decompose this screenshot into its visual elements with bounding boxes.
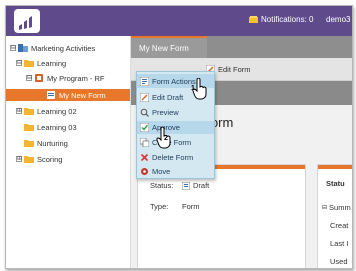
menu-item-move[interactable]: Move	[137, 165, 214, 178]
approve-icon	[139, 122, 150, 133]
tree-item-label: Marketing Activities	[31, 43, 96, 53]
tree-item-label: Learning	[37, 58, 67, 68]
status-panel-row: Last I	[330, 239, 349, 248]
expand-icon[interactable]: ⊞	[16, 108, 22, 114]
menu-item-approve[interactable]: Approve	[137, 121, 214, 134]
folder-icon	[24, 59, 34, 67]
tab-my-new-form[interactable]: My New Form	[131, 36, 207, 58]
edit-form-label: Edit Form	[218, 64, 251, 74]
top-bar: Notifications: 0 demo3	[6, 6, 352, 36]
tree-item-label: Nurturing	[37, 138, 68, 148]
menu-item-preview[interactable]: Preview	[137, 106, 214, 119]
step-number: 2	[164, 135, 168, 142]
preview-icon	[140, 108, 149, 117]
tree-item-marketing-activities[interactable]: ⊟ Marketing Activities	[10, 42, 95, 54]
expand-icon[interactable]: ⊞	[16, 156, 22, 162]
details-panel: Status: Draft Type: Form	[137, 164, 306, 268]
status-value: Draft	[193, 181, 210, 190]
tree-item-my-program[interactable]: ⊟ My Program - RF	[26, 72, 105, 84]
type-row: Type: Form	[150, 202, 200, 211]
tree-item-label: Learning 02	[37, 106, 77, 116]
step-number: 1	[191, 85, 195, 92]
tab-bar: My New Form	[131, 36, 352, 58]
tree-item-my-new-form[interactable]: My New Form	[6, 89, 130, 101]
status-panel-row: Used	[330, 257, 348, 266]
marketing-activities-icon	[18, 44, 28, 52]
collapse-icon[interactable]: ⊟	[26, 75, 32, 81]
notifications-label: Notifications: 0	[261, 15, 314, 24]
form-icon	[46, 91, 56, 99]
menu-item-delete-form[interactable]: Delete Form	[137, 151, 214, 164]
tree-item-label: My Program - RF	[47, 73, 105, 83]
tree-item-learning-03[interactable]: Learning 03	[24, 121, 77, 133]
tree-item-label: Scoring	[37, 154, 63, 164]
hand-cursor-icon: 2	[156, 126, 172, 151]
navigation-tree: ⊟ Marketing Activities ⊟ Learning ⊟ My P…	[6, 36, 131, 268]
menu-item-clone-form[interactable]: Clone Form	[137, 136, 214, 149]
notifications-link[interactable]: Notifications: 0	[249, 15, 313, 24]
form-actions-icon	[139, 76, 150, 86]
status-panel-row: ⊟ Summ	[322, 203, 351, 212]
tree-item-label: My New Form	[59, 90, 106, 100]
program-icon	[34, 74, 44, 82]
draft-icon	[181, 181, 191, 190]
status-key: Status:	[150, 181, 174, 190]
app-window: Notifications: 0 demo3 ⊟ Marketing Activ…	[5, 5, 353, 269]
tree-item-label: Learning 03	[37, 122, 77, 132]
status-panel-row: Creat	[330, 221, 349, 230]
tree-item-nurturing[interactable]: Nurturing	[24, 137, 68, 149]
marketo-logo[interactable]	[14, 9, 40, 33]
type-value: Form	[182, 202, 200, 211]
status-panel: Statu ⊟ Summ Creat Last I Used	[317, 164, 352, 268]
form-actions-label: Form Actions	[152, 76, 196, 86]
collapse-icon[interactable]: ⊟	[10, 45, 16, 51]
user-menu[interactable]: demo3	[326, 15, 350, 24]
folder-icon	[24, 155, 34, 163]
move-icon	[140, 167, 149, 176]
folder-icon	[24, 139, 34, 147]
clone-icon	[139, 137, 150, 148]
status-panel-title: Statu	[326, 179, 345, 188]
delete-icon	[140, 153, 149, 162]
status-row: Status: Draft	[150, 181, 209, 190]
panel-accent	[318, 165, 352, 169]
collapse-icon[interactable]: ⊟	[322, 204, 327, 211]
tree-item-scoring[interactable]: ⊞ Scoring	[16, 153, 62, 165]
tree-item-learning-02[interactable]: ⊞ Learning 02	[16, 105, 77, 117]
folder-icon	[24, 107, 34, 115]
collapse-icon[interactable]: ⊟	[16, 60, 22, 66]
tree-item-learning[interactable]: ⊟ Learning	[16, 57, 66, 69]
hand-cursor-icon: 1	[191, 77, 208, 102]
folder-icon	[24, 123, 34, 131]
notification-icon	[249, 15, 259, 24]
type-key: Type:	[150, 202, 169, 211]
edit-draft-icon	[139, 92, 150, 103]
